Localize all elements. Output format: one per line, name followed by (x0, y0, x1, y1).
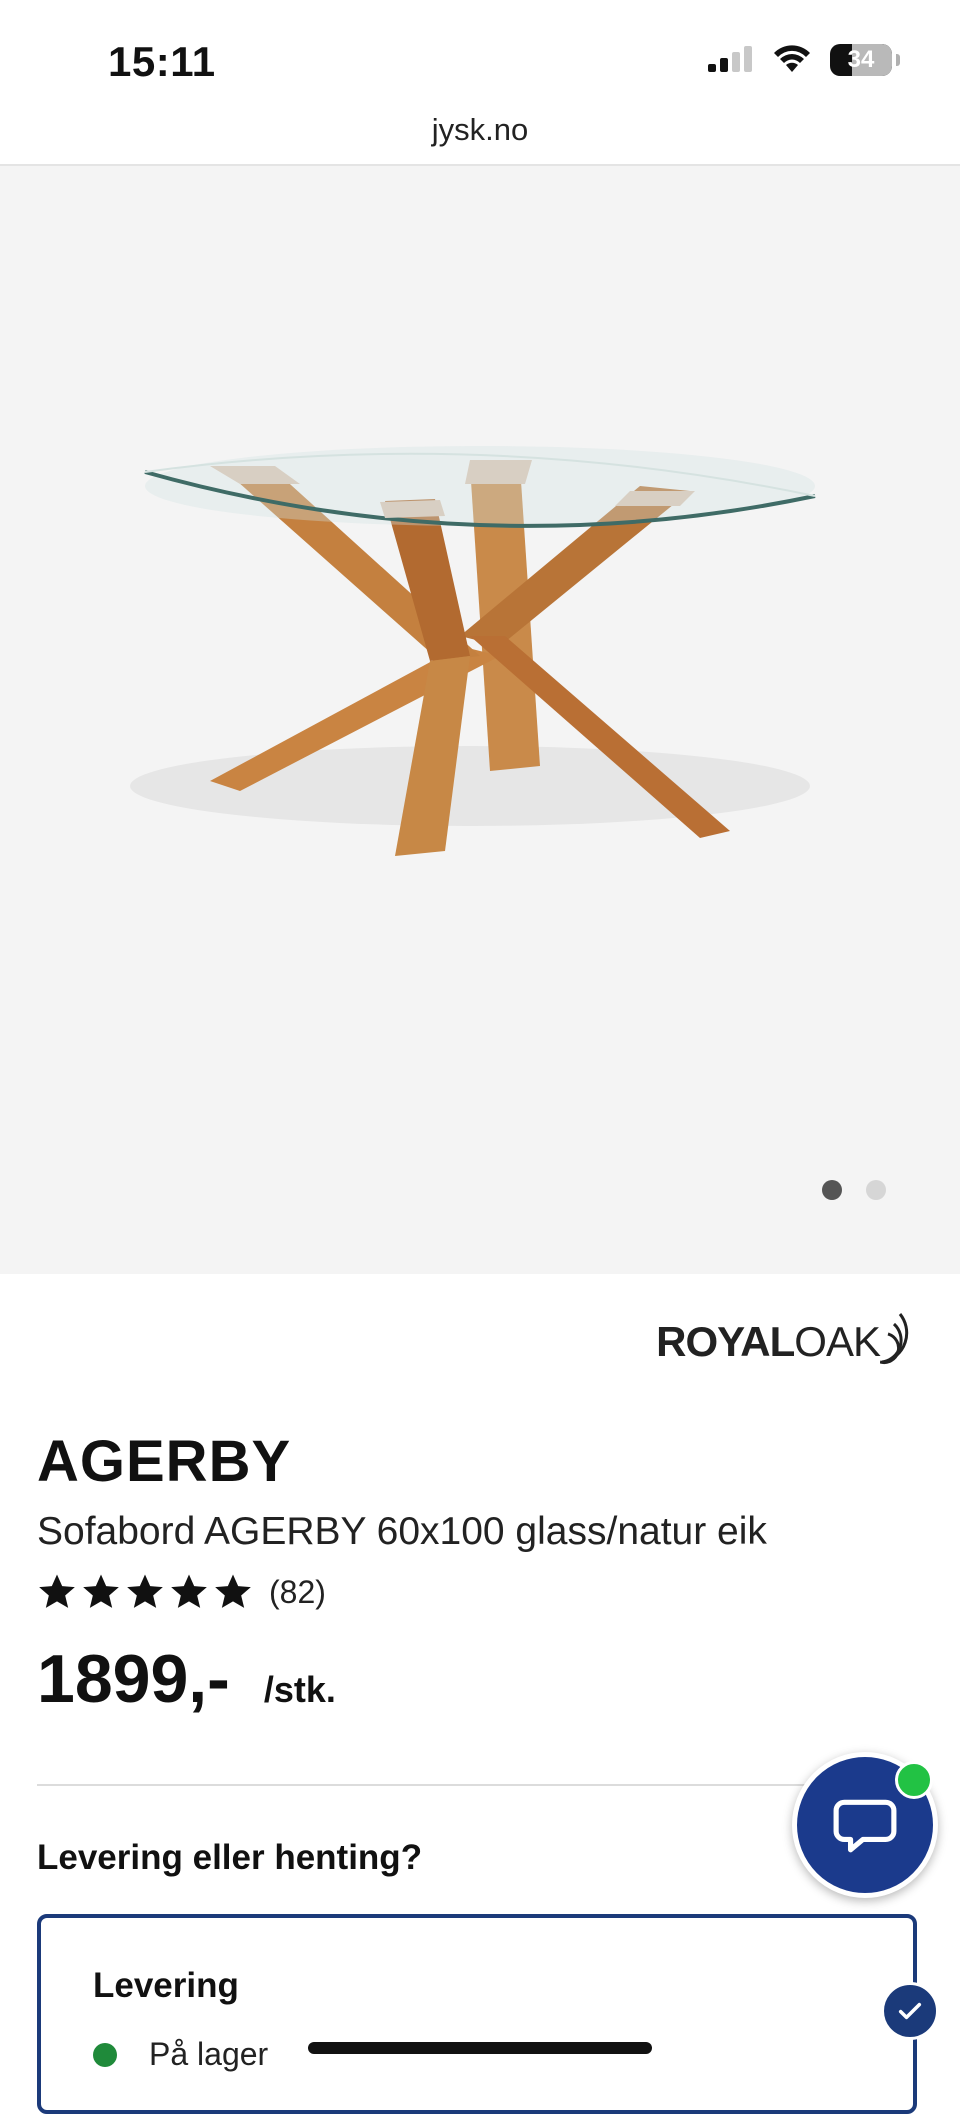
section-divider (37, 1784, 923, 1786)
chat-button[interactable] (792, 1752, 938, 1898)
price-unit: /stk. (263, 1669, 336, 1710)
brand-arc-icon (880, 1313, 909, 1365)
stock-status: På lager (93, 2036, 268, 2073)
chat-bubble-icon (833, 1799, 897, 1853)
star-icon (83, 1574, 119, 1608)
status-bar: 15:11 34 jysk.no (0, 0, 960, 147)
stock-status-text: På lager (149, 2036, 269, 2072)
brand-logo: ROYAL OAK (656, 1310, 920, 1366)
browser-url[interactable]: jysk.no (0, 112, 960, 148)
star-icon (39, 1574, 75, 1608)
delivery-option-card[interactable]: Levering På lager (37, 1914, 939, 2114)
price-row: 1899,- /stk. (37, 1640, 336, 1718)
rating-stars (37, 1572, 253, 1612)
gallery-pagination (822, 1180, 886, 1200)
product-title: AGERBY (37, 1429, 292, 1494)
home-indicator[interactable] (308, 2042, 652, 2054)
delivery-heading: Levering eller henting? (37, 1838, 423, 1877)
status-time: 15:11 (108, 38, 216, 85)
product-price: 1899,- (37, 1641, 230, 1717)
delivery-option-label: Levering (93, 1966, 239, 2005)
star-icon (215, 1574, 251, 1608)
in-stock-icon (93, 2042, 117, 2067)
wifi-icon (774, 45, 810, 72)
battery-level: 34 (847, 46, 875, 73)
review-count[interactable]: (82) (269, 1574, 326, 1611)
pagination-dot[interactable] (866, 1180, 886, 1200)
battery-icon: 34 (830, 44, 892, 76)
product-image (130, 446, 816, 856)
pagination-dot-active[interactable] (822, 1180, 842, 1200)
brand-logo-oak: OAK (794, 1318, 881, 1365)
star-icon (127, 1574, 163, 1608)
product-subtitle: Sofabord AGERBY 60x100 glass/natur eik (37, 1510, 767, 1553)
product-rating[interactable]: (82) (37, 1572, 326, 1612)
online-status-icon (895, 1761, 933, 1799)
status-icons: 34 (708, 44, 900, 76)
cellular-signal-icon (708, 46, 752, 72)
product-gallery[interactable] (0, 166, 960, 1274)
selected-check-icon (881, 1982, 939, 2040)
star-icon (171, 1574, 207, 1608)
brand-logo-royal: ROYAL (656, 1318, 795, 1365)
